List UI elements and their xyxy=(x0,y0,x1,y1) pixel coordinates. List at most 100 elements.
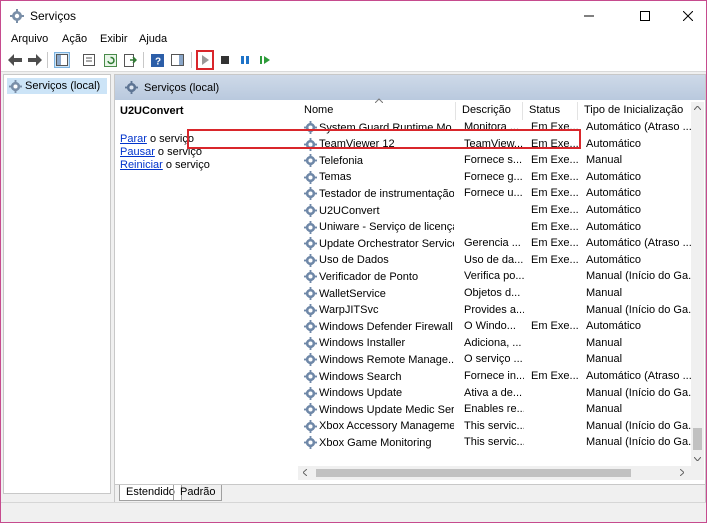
services-list: System Guard Runtime Mo... Monitora ... Em… xyxy=(298,120,691,466)
close-button[interactable] xyxy=(665,1,707,30)
service-row[interactable]: Windows Update Medic Ser... Enables re...… xyxy=(298,402,691,419)
service-startup-type: Manual (Início do Ga... xyxy=(586,419,691,432)
maximize-button[interactable] xyxy=(622,1,668,30)
tree-item-servicos-local[interactable]: Serviços (local) xyxy=(7,78,107,94)
action-pane-button[interactable] xyxy=(169,52,185,68)
pause-service-icon xyxy=(241,56,249,64)
pause-service-link[interactable]: Pausar xyxy=(120,146,155,158)
tree-item-label: Serviços (local) xyxy=(25,80,101,92)
console-tree-button[interactable] xyxy=(54,52,70,68)
service-status: Em Exe... xyxy=(531,237,579,250)
scroll-right-icon[interactable] xyxy=(680,469,684,476)
service-gear-icon xyxy=(304,220,317,234)
service-gear-icon xyxy=(304,170,317,184)
service-row[interactable]: Xbox Game Monitoring This servic... Manual… xyxy=(298,435,691,452)
menu-ajuda[interactable]: Ajuda xyxy=(139,33,167,45)
service-startup-type: Automático xyxy=(586,320,642,333)
vertical-scrollbar[interactable] xyxy=(691,102,704,466)
service-gear-icon xyxy=(304,436,317,450)
stop-service-link[interactable]: Parar xyxy=(120,133,147,145)
properties-icon xyxy=(83,54,95,66)
service-name: Temas xyxy=(319,171,352,184)
gear-icon xyxy=(10,9,24,23)
scroll-up-icon[interactable] xyxy=(694,106,701,110)
service-row[interactable]: Testador de instrumentação... Fornece u..… xyxy=(298,186,691,203)
menu-acao[interactable]: Ação xyxy=(62,33,87,45)
service-row[interactable]: Windows Update Ativa a de... Manual (Iníci… xyxy=(298,386,691,403)
column-header-name[interactable]: Nome xyxy=(298,102,456,120)
service-description: Provides a... xyxy=(464,303,524,316)
stop-service-button[interactable] xyxy=(217,52,233,68)
service-row[interactable]: Telefonia Fornece s... Em Exe... Manual xyxy=(298,153,691,170)
forward-arrow-icon xyxy=(28,54,42,66)
restart-service-link[interactable]: Reiniciar xyxy=(120,159,163,171)
service-gear-icon xyxy=(304,419,317,433)
service-row[interactable]: Xbox Accessory Manageme... This servic...… xyxy=(298,419,691,436)
service-gear-icon xyxy=(304,353,317,367)
column-header-status[interactable]: Status xyxy=(523,102,578,120)
service-name: U2UConvert xyxy=(319,204,380,217)
service-description: Ativa a de... xyxy=(464,386,523,399)
service-name: WarpJITSvc xyxy=(319,304,379,317)
service-row[interactable]: Verificador de Ponto Verifica po... Manual… xyxy=(298,269,691,286)
minimize-button[interactable] xyxy=(566,1,612,30)
service-name: Windows Search xyxy=(319,370,402,383)
column-header-startup-type[interactable]: Tipo de Inicialização xyxy=(578,102,691,120)
service-row[interactable]: Uso de Dados Uso de da... Em Exe... Automát… xyxy=(298,253,691,270)
maximize-icon xyxy=(640,10,650,21)
properties-button[interactable] xyxy=(81,52,97,68)
help-button[interactable]: ? xyxy=(149,52,165,68)
service-description: Fornece in... xyxy=(464,370,524,382)
export-list-icon xyxy=(123,53,137,67)
view-tabs: Estendido Padrão xyxy=(115,484,705,502)
forward-button[interactable] xyxy=(27,52,43,68)
back-button[interactable] xyxy=(7,52,23,68)
column-header-description[interactable]: Descrição xyxy=(456,102,523,120)
service-gear-icon xyxy=(304,336,317,350)
service-startup-type: Manual xyxy=(586,287,623,299)
service-row[interactable]: Uniware - Serviço de licenças Em Exe... Au… xyxy=(298,220,691,237)
horizontal-scrollbar[interactable] xyxy=(298,466,704,480)
service-startup-type: Manual (Início do Ga... xyxy=(586,303,691,316)
tab-padrao[interactable]: Padrão xyxy=(173,485,223,501)
service-description: Adiciona, ... xyxy=(464,336,522,349)
scroll-left-icon[interactable] xyxy=(303,469,307,476)
service-row[interactable]: Temas Fornece g... Em Exe... Automático xyxy=(298,170,691,187)
service-row[interactable]: Update Orchestrator Service Gerencia ... E… xyxy=(298,236,691,253)
menu-bar: Arquivo Ação Exibir Ajuda xyxy=(1,30,706,48)
service-startup-type: Automático xyxy=(586,220,642,233)
pause-service-button[interactable] xyxy=(237,52,253,68)
service-name: Windows Remote Manage... xyxy=(319,353,454,366)
service-name-cell: Windows Installer xyxy=(304,336,454,350)
service-description: O Windo... xyxy=(464,320,516,333)
scroll-down-icon[interactable] xyxy=(694,457,701,461)
service-startup-type: Manual (Início do Ga... xyxy=(586,386,691,399)
restart-service-icon xyxy=(260,56,270,64)
vertical-scroll-thumb[interactable] xyxy=(693,428,702,450)
service-row[interactable]: Windows Remote Manage... O serviço ... Man… xyxy=(298,352,691,369)
start-service-button[interactable] xyxy=(197,52,213,68)
service-row[interactable]: WalletService Objetos d... Manual xyxy=(298,286,691,303)
service-description: Enables re... xyxy=(464,403,524,416)
service-name: Windows Update Medic Ser... xyxy=(319,403,454,416)
service-name: Windows Installer xyxy=(319,337,406,350)
service-row[interactable]: Windows Installer Adiciona, ... Manual xyxy=(298,336,691,353)
service-row[interactable]: WarpJITSvc Provides a... Manual (Início do… xyxy=(298,303,691,320)
console-tree-icon xyxy=(56,54,68,66)
restart-service-button[interactable] xyxy=(257,52,273,68)
toolbar-separator xyxy=(143,52,144,68)
service-row[interactable]: Windows Defender Firewall O Windo... Em Ex… xyxy=(298,319,691,336)
service-gear-icon xyxy=(304,237,317,251)
export-list-button[interactable] xyxy=(122,52,138,68)
horizontal-scroll-thumb[interactable] xyxy=(316,469,631,477)
refresh-button[interactable] xyxy=(102,52,118,68)
service-name-cell: Testador de instrumentação... xyxy=(304,187,454,201)
selected-service-highlight xyxy=(187,129,581,149)
service-status: Em Exe... xyxy=(531,170,579,183)
panel-header-title: Serviços (local) xyxy=(144,81,220,94)
service-description: Fornece g... xyxy=(464,170,523,183)
menu-exibir[interactable]: Exibir xyxy=(100,33,128,45)
service-row[interactable]: Windows Search Fornece in... Em Exe... Auto… xyxy=(298,369,691,386)
service-row[interactable]: U2UConvert Em Exe... Automático xyxy=(298,203,691,220)
menu-arquivo[interactable]: Arquivo xyxy=(11,33,48,45)
